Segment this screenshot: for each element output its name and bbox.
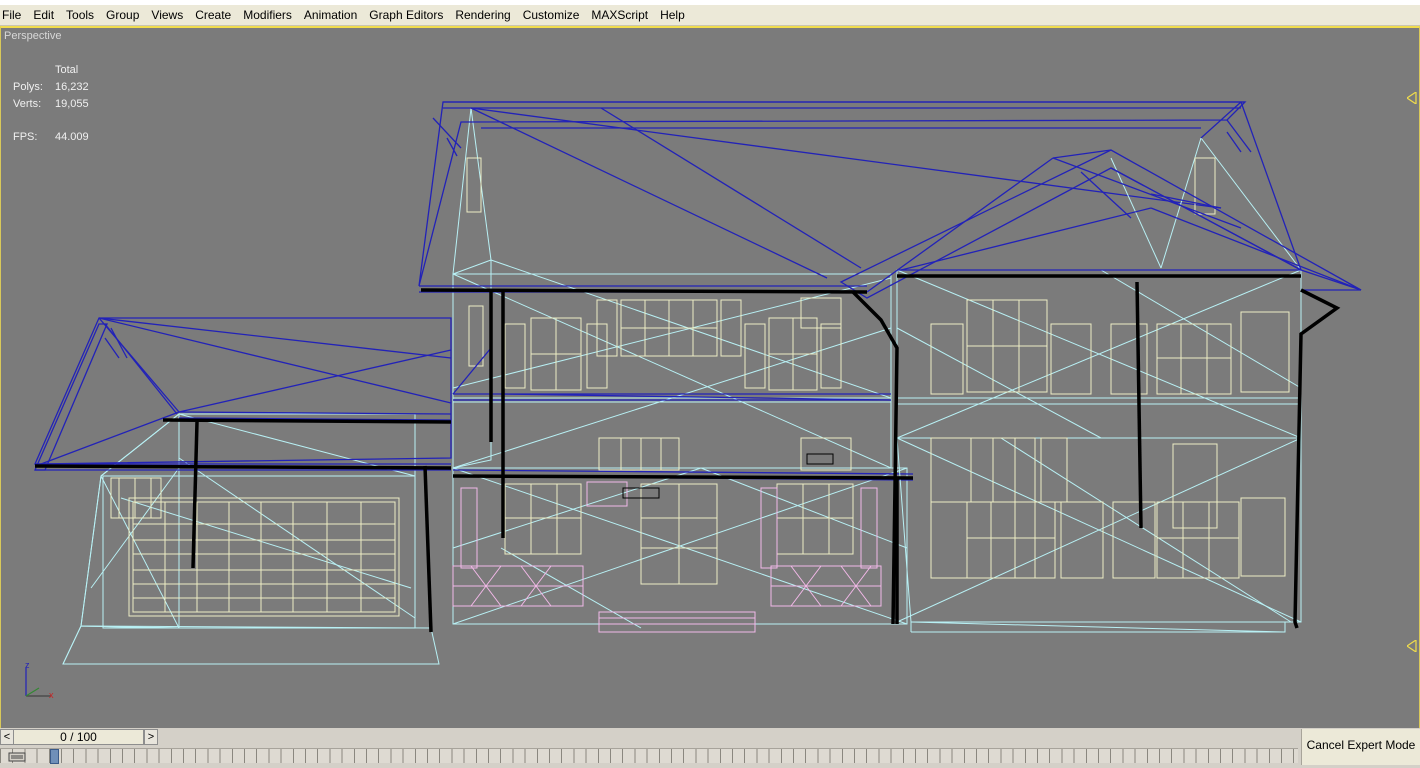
menu-graph-editors[interactable]: Graph Editors <box>363 5 449 25</box>
time-slider[interactable]: < 0 / 100 > <box>0 728 158 745</box>
menu-views[interactable]: Views <box>145 5 189 25</box>
side-marker-icon <box>1407 92 1417 104</box>
prev-frame-button[interactable]: < <box>0 729 14 745</box>
timeline-track[interactable] <box>0 748 1298 763</box>
timeline-playhead[interactable] <box>50 749 59 764</box>
right-wing-walls <box>896 137 1302 633</box>
axis-x-label: x <box>49 690 54 700</box>
frame-counter[interactable]: 0 / 100 <box>13 729 144 745</box>
menu-tools[interactable]: Tools <box>60 5 100 25</box>
menu-edit[interactable]: Edit <box>27 5 60 25</box>
garage-doors <box>110 477 400 617</box>
menu-file[interactable]: File <box>0 5 27 25</box>
menu-group[interactable]: Group <box>100 5 145 25</box>
axis-z-label: z <box>25 660 30 670</box>
center-walls <box>452 107 908 629</box>
house-wireframe-model[interactable] <box>1 28 1419 728</box>
garage-walls <box>62 412 440 665</box>
menu-modifiers[interactable]: Modifiers <box>237 5 298 25</box>
right-wing-windows <box>930 157 1290 579</box>
right-wing-roof <box>839 101 1362 299</box>
viewport-axis-icon: z x <box>25 660 54 700</box>
perspective-viewport[interactable]: Perspective Total Polys: 16,232 Verts: 19,… <box>0 26 1420 730</box>
time-bar: < 0 / 100 > Cancel Expert Mode <box>0 728 1420 768</box>
menu-create[interactable]: Create <box>189 5 237 25</box>
side-marker-icon <box>1407 640 1417 652</box>
menu-maxscript[interactable]: MAXScript <box>585 5 654 25</box>
menu-animation[interactable]: Animation <box>298 5 363 25</box>
next-frame-button[interactable]: > <box>144 729 158 745</box>
menu-customize[interactable]: Customize <box>517 5 586 25</box>
filter-icon[interactable] <box>8 752 26 762</box>
menu-bar: File Edit Tools Group Views Create Modif… <box>0 5 1420 26</box>
garage-roof <box>33 317 452 471</box>
menu-rendering[interactable]: Rendering <box>449 5 516 25</box>
center-windows <box>466 157 854 585</box>
menu-help[interactable]: Help <box>654 5 691 25</box>
cancel-expert-mode-button[interactable]: Cancel Expert Mode <box>1301 729 1420 765</box>
